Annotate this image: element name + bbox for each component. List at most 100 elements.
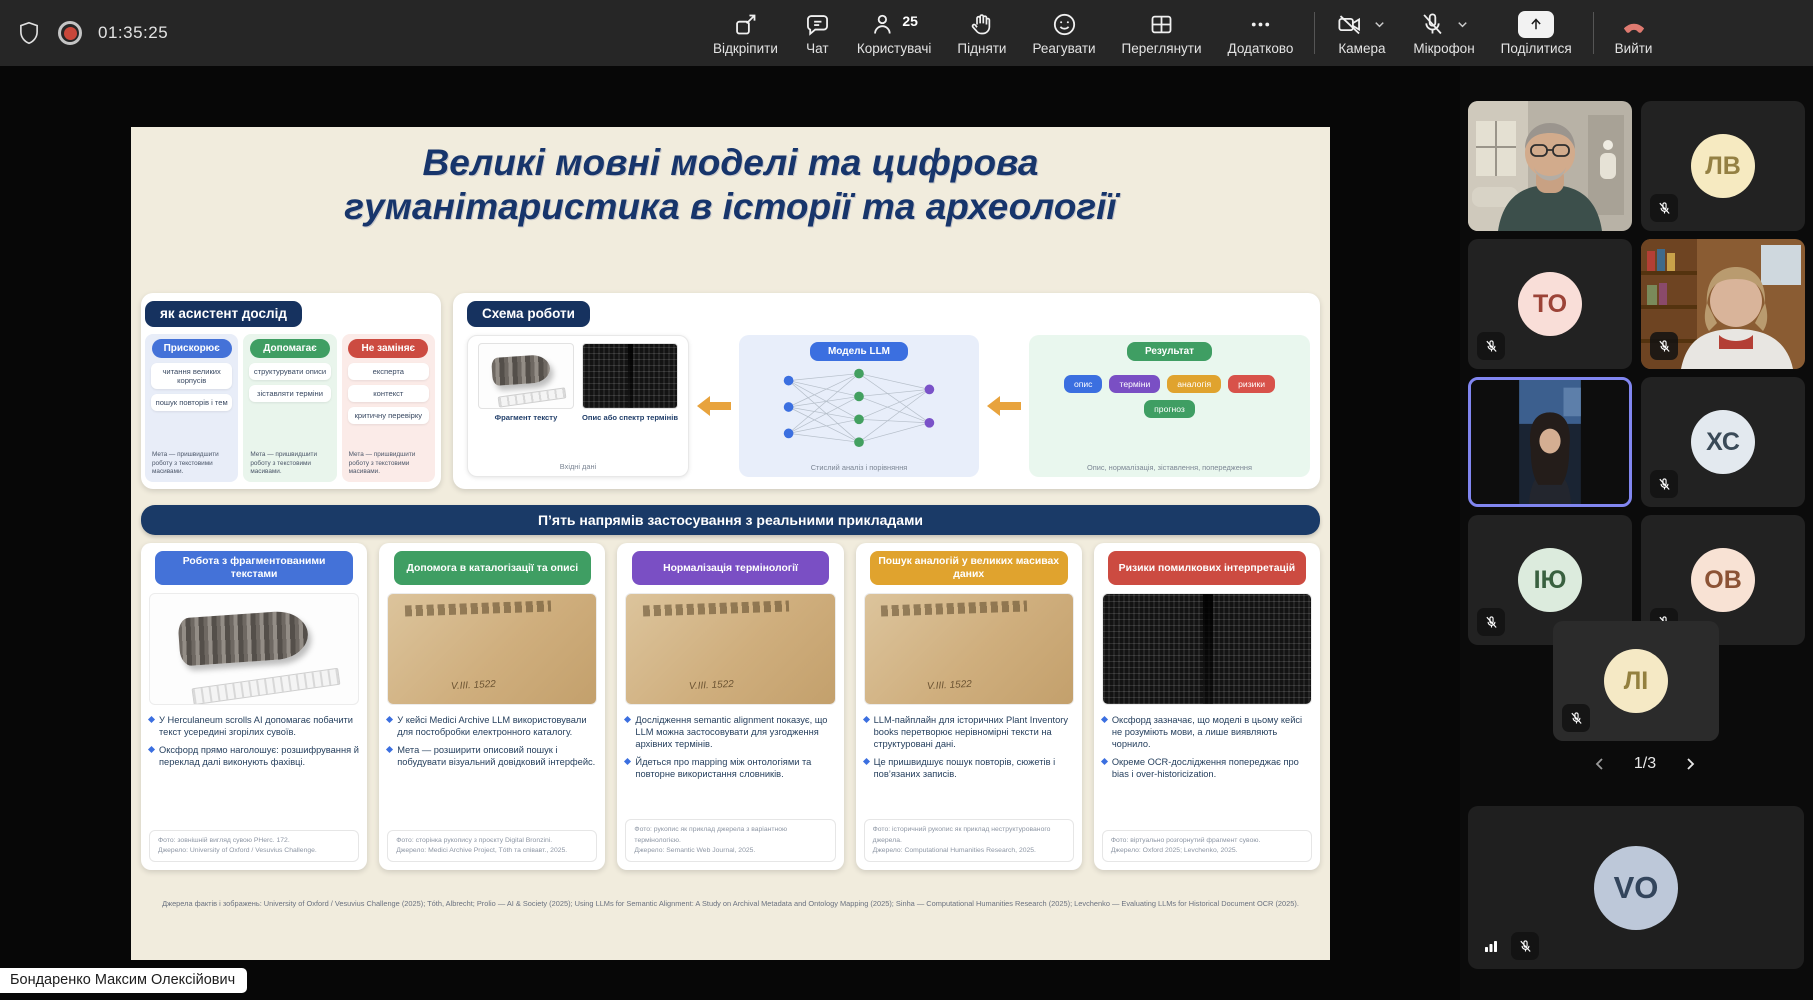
meeting-window: 01:35:25 Відкріпити Чат 25 Користувачі П… <box>0 0 1813 1000</box>
participant-tile-xc[interactable]: ХС <box>1641 377 1805 507</box>
view-button[interactable]: Переглянути <box>1109 0 1215 66</box>
toolbar-left: 01:35:25 <box>0 20 168 46</box>
toolbar-divider <box>1593 12 1594 54</box>
participant-tile-lv[interactable]: ЛВ <box>1641 101 1805 231</box>
connection-stats-icon <box>1477 932 1505 960</box>
slide-title: Великі мовні моделі та цифрова гуманітар… <box>131 141 1330 228</box>
card-cataloguing: Допомога в каталогізації та описі У кейс… <box>379 543 605 870</box>
raise-hand-button[interactable]: Підняти <box>944 0 1019 66</box>
result-chip: аналогія <box>1167 375 1221 393</box>
muted-mic-icon <box>1650 194 1678 222</box>
pagination-next-icon[interactable] <box>1680 754 1700 774</box>
muted-mic-icon <box>1477 332 1505 360</box>
react-button[interactable]: Реагувати <box>1019 0 1108 66</box>
muted-mic-icon <box>1477 608 1505 636</box>
share-button[interactable]: Поділитися <box>1488 0 1585 66</box>
scan-photo <box>582 343 678 409</box>
avatar-initials: ЛВ <box>1691 134 1755 198</box>
participants-icon <box>870 11 897 38</box>
result-caption: Опис, нормалізація, зіставлення, поперед… <box>1029 463 1310 472</box>
card-footnotes: Фото: зовнішній вигляд сувою PHerc. 172.… <box>149 830 359 862</box>
application-cards: Робота з фрагментованими текстами У Herc… <box>141 543 1320 870</box>
chat-button[interactable]: Чат <box>791 0 844 66</box>
avatar-initials: ОВ <box>1691 548 1755 612</box>
assistant-note: Мета — пришвидшити роботу з текстовими м… <box>152 451 234 477</box>
more-ellipsis-icon <box>1247 11 1274 38</box>
participants-button[interactable]: 25 Користувачі <box>844 0 945 66</box>
assistant-panel: як асистент дослід Прискорює читання вел… <box>141 293 441 489</box>
workflow-panel-header: Схема роботи <box>467 301 590 327</box>
result-chip: прогноз <box>1144 400 1195 418</box>
assistant-note: Мета — пришвидшити роботу з текстовими м… <box>349 451 431 477</box>
presentation-slide: Великі мовні моделі та цифрова гуманітар… <box>131 127 1330 960</box>
presenter-name-label: Бондаренко Максим Олексійович <box>0 968 247 993</box>
microphone-chevron-icon[interactable] <box>1455 17 1470 32</box>
slide-banner: П’ять напрямів застосування з реальними … <box>141 505 1320 535</box>
participant-tile-to[interactable]: ТО <box>1468 239 1632 369</box>
tiles-pagination: 1/3 <box>1590 750 1700 778</box>
assistant-item: контекст <box>348 385 429 402</box>
workflow-model-card: Модель LLM <box>739 335 979 477</box>
workflow-result-card: Результат опис терміни аналогія ризики п… <box>1029 335 1310 477</box>
pagination-prev-icon[interactable] <box>1590 754 1610 774</box>
camera-button[interactable]: Камера <box>1323 0 1400 66</box>
model-caption: Стислий аналіз і порівняння <box>739 463 979 472</box>
pagination-label: 1/3 <box>1634 755 1656 773</box>
unpin-icon <box>732 11 759 38</box>
result-chip: терміни <box>1109 375 1160 393</box>
participant-video <box>1468 101 1632 231</box>
camera-off-icon <box>1336 11 1363 38</box>
microphone-button[interactable]: Мікрофон <box>1400 0 1487 66</box>
card-photo <box>1102 593 1312 705</box>
assistant-item: читання великих корпусів <box>151 363 232 389</box>
arrow-left-icon <box>697 395 731 417</box>
avatar-initials: VO <box>1594 846 1678 930</box>
chat-icon <box>804 11 831 38</box>
assistant-item: зіставляти терміни <box>249 385 330 402</box>
assistant-item: критичну перевірку <box>348 407 429 424</box>
card-fragmented-texts: Робота з фрагментованими текстами У Herc… <box>141 543 367 870</box>
input-caption: Вхідні дані <box>468 462 688 471</box>
muted-mic-icon <box>1562 704 1590 732</box>
slide-top-panels: як асистент дослід Прискорює читання вел… <box>141 293 1320 489</box>
workflow-input-card: Фрагмент тексту Опис або спектр термінів… <box>467 335 689 477</box>
security-shield-icon[interactable] <box>16 20 42 46</box>
unpin-button[interactable]: Відкріпити <box>700 0 791 66</box>
participant-tile-li[interactable]: ЛІ <box>1553 621 1719 741</box>
scroll-photo <box>478 343 574 409</box>
card-footnotes: Фото: рукопис як приклад джерела з варіа… <box>625 819 835 862</box>
camera-chevron-icon[interactable] <box>1372 17 1387 32</box>
participant-tile-video-host[interactable] <box>1468 101 1632 231</box>
card-risks: Ризики помилкових інтерпретацій Оксфорд … <box>1094 543 1320 870</box>
participant-video <box>1471 380 1629 504</box>
assistant-column-accelerates: Прискорює читання великих корпусів пошук… <box>145 334 238 482</box>
card-photo <box>625 593 835 705</box>
toolbar-buttons: Відкріпити Чат 25 Користувачі Підняти Ре… <box>700 0 1665 66</box>
assistant-item: експерта <box>348 363 429 380</box>
assistant-panel-header: як асистент дослід <box>145 301 302 327</box>
muted-mic-icon <box>1650 470 1678 498</box>
card-footnotes: Фото: сторінка рукопису з проєкту Digita… <box>387 830 597 862</box>
leave-call-icon <box>1619 11 1649 38</box>
participants-count-badge: 25 <box>902 13 918 29</box>
more-button[interactable]: Додатково <box>1215 0 1307 66</box>
result-chip: опис <box>1064 375 1103 393</box>
avatar-initials: ХС <box>1691 410 1755 474</box>
assistant-note: Мета — пришвидшити роботу з текстовими м… <box>250 451 332 477</box>
toolbar-divider <box>1314 12 1315 54</box>
participant-tile-video-woman[interactable] <box>1641 239 1805 369</box>
avatar-initials: ІЮ <box>1518 548 1582 612</box>
leave-button[interactable]: Вийти <box>1602 0 1666 66</box>
muted-mic-icon <box>1650 332 1678 360</box>
neural-network-diagram <box>754 363 964 451</box>
arrow-left-icon <box>987 395 1021 417</box>
view-grid-icon <box>1148 11 1175 38</box>
participant-tile-active-speaker[interactable] <box>1468 377 1632 507</box>
card-analogies: Пошук аналогій у великих масивах даних L… <box>856 543 1082 870</box>
meeting-timer: 01:35:25 <box>98 23 168 43</box>
react-smiley-icon <box>1051 11 1078 38</box>
toolbar: 01:35:25 Відкріпити Чат 25 Користувачі П… <box>0 0 1813 66</box>
assistant-column-helps: Допомагає структурувати описи зіставляти… <box>243 334 336 482</box>
result-chip: ризики <box>1228 375 1275 393</box>
participant-tile-vo[interactable]: VO <box>1468 806 1804 969</box>
